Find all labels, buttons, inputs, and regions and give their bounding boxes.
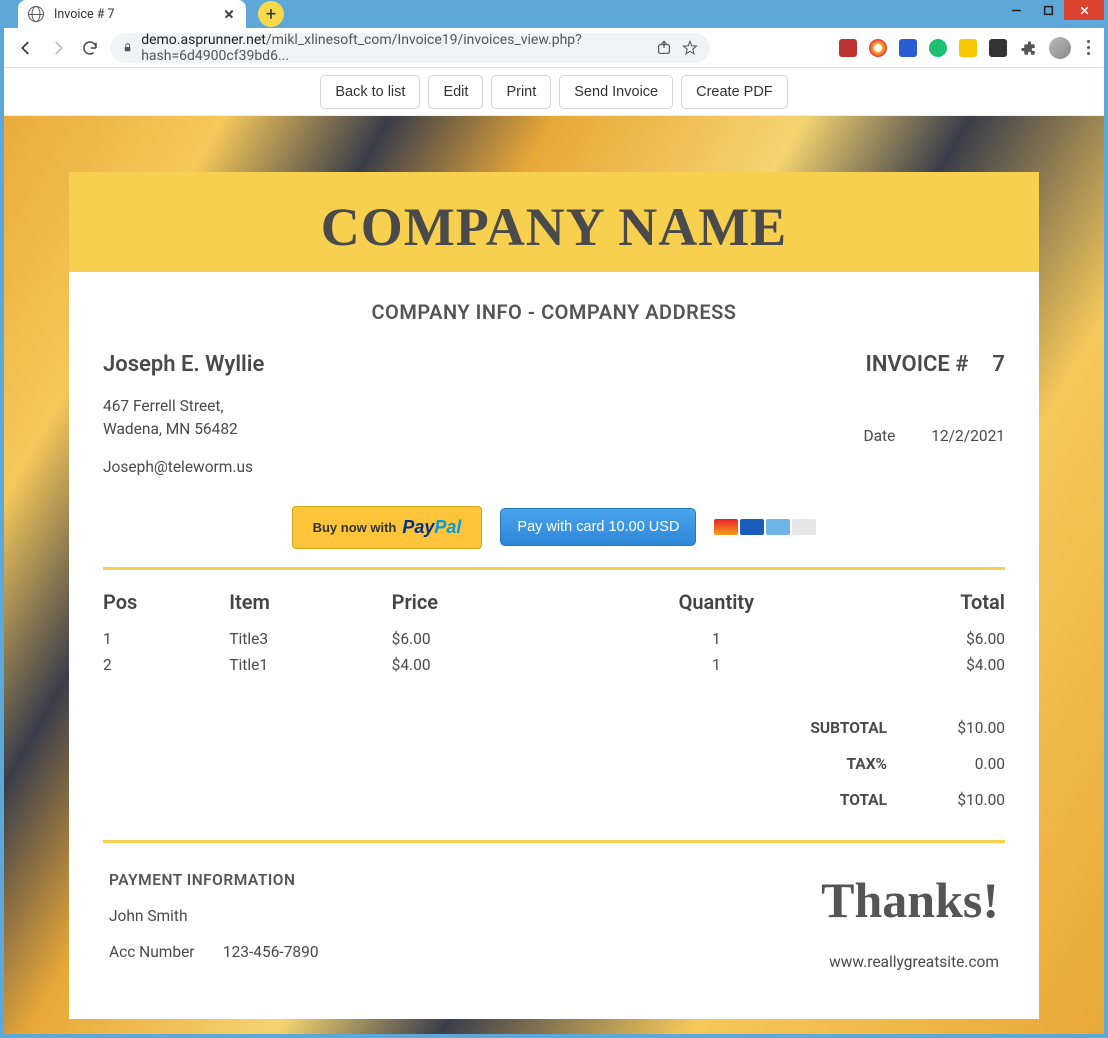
cell-item: Title1 xyxy=(229,652,391,678)
address-bar: demo.asprunner.net/mikl_xlinesoft_com/In… xyxy=(4,28,1104,68)
browser-tab[interactable]: Invoice # 7 xyxy=(18,0,246,28)
lock-icon xyxy=(122,41,133,54)
customer-address-line: 467 Ferrell Street, xyxy=(103,395,264,418)
payee-name: John Smith xyxy=(109,907,319,925)
paypal-logo-icon: PayPal xyxy=(402,517,461,538)
account-number-value: 123-456-7890 xyxy=(223,943,319,961)
nav-reload-button[interactable] xyxy=(78,36,102,60)
extension-icon[interactable] xyxy=(869,39,887,57)
profile-avatar[interactable] xyxy=(1049,37,1071,59)
visa-icon xyxy=(740,519,764,535)
invoice-number-value: 7 xyxy=(992,352,1005,377)
invoice-date-value: 12/2/2021 xyxy=(931,427,1005,445)
action-toolbar: Back to list Edit Print Send Invoice Cre… xyxy=(4,68,1104,116)
back-to-list-button[interactable]: Back to list xyxy=(320,75,420,109)
invoice-number-block: INVOICE # 7 xyxy=(863,352,1005,377)
col-quantity: Quantity xyxy=(608,584,824,626)
new-tab-button[interactable]: + xyxy=(258,1,284,27)
website-url: www.reallygreatsite.com xyxy=(821,953,999,971)
total-value: $10.00 xyxy=(935,791,1005,809)
company-info-line: COMPANY INFO - COMPANY ADDRESS xyxy=(103,300,1005,324)
table-row: 1Title3$6.001$6.00 xyxy=(103,626,1005,652)
payment-info-title: PAYMENT INFORMATION xyxy=(109,871,319,889)
invoice-header: COMPANY NAME xyxy=(69,172,1039,272)
share-icon[interactable] xyxy=(656,40,672,56)
send-invoice-button[interactable]: Send Invoice xyxy=(559,75,673,109)
cell-price: $6.00 xyxy=(392,626,608,652)
extension-icon[interactable] xyxy=(899,39,917,57)
company-name: COMPANY NAME xyxy=(69,196,1039,258)
print-button[interactable]: Print xyxy=(491,75,551,109)
col-item: Item xyxy=(229,584,391,626)
window-minimize-button[interactable] xyxy=(1000,0,1032,20)
browser-menu-button[interactable] xyxy=(1083,40,1094,55)
edit-button[interactable]: Edit xyxy=(428,75,483,109)
window-maximize-button[interactable] xyxy=(1032,0,1064,20)
globe-icon xyxy=(28,6,44,22)
extension-icon[interactable] xyxy=(989,39,1007,57)
total-label: TOTAL xyxy=(787,791,887,809)
thanks-text: Thanks! xyxy=(821,871,999,929)
customer-block: Joseph E. Wyllie 467 Ferrell Street, Wad… xyxy=(103,352,264,476)
line-items-table: Pos Item Price Quantity Total 1Title3$6.… xyxy=(103,584,1005,678)
account-number-label: Acc Number xyxy=(109,943,219,961)
url-text: demo.asprunner.net/mikl_xlinesoft_com/In… xyxy=(141,32,648,64)
window-close-button[interactable] xyxy=(1064,0,1104,20)
pay-with-card-button[interactable]: Pay with card 10.00 USD xyxy=(500,508,696,546)
cell-price: $4.00 xyxy=(392,652,608,678)
extension-icon[interactable] xyxy=(839,39,857,57)
tax-label: TAX% xyxy=(787,755,887,773)
subtotal-label: SUBTOTAL xyxy=(787,719,887,737)
col-price: Price xyxy=(392,584,608,626)
cell-quantity: 1 xyxy=(608,652,824,678)
cell-quantity: 1 xyxy=(608,626,824,652)
extensions-puzzle-icon[interactable] xyxy=(1019,39,1037,57)
customer-address-line: Wadena, MN 56482 xyxy=(103,418,264,441)
mastercard-icon xyxy=(714,519,738,535)
amex-icon xyxy=(766,519,790,535)
url-input[interactable]: demo.asprunner.net/mikl_xlinesoft_com/In… xyxy=(110,33,710,63)
subtotal-value: $10.00 xyxy=(935,719,1005,737)
invoice-number-label: INVOICE # xyxy=(866,352,969,377)
close-tab-icon[interactable] xyxy=(222,7,236,21)
totals-block: SUBTOTAL $10.00 TAX% 0.00 TOTAL $10.00 xyxy=(103,710,1005,818)
window-titlebar: Invoice # 7 + xyxy=(4,0,1104,28)
cell-total: $4.00 xyxy=(825,652,1005,678)
col-total: Total xyxy=(825,584,1005,626)
nav-forward-button[interactable] xyxy=(46,36,70,60)
paypal-button[interactable]: Buy now with PayPal xyxy=(292,506,483,549)
payment-info-block: PAYMENT INFORMATION John Smith Acc Numbe… xyxy=(109,871,319,979)
nav-back-button[interactable] xyxy=(14,36,38,60)
discover-icon xyxy=(792,519,816,535)
cell-total: $6.00 xyxy=(825,626,1005,652)
star-icon[interactable] xyxy=(682,40,698,56)
table-row: 2Title1$4.001$4.00 xyxy=(103,652,1005,678)
extension-icon[interactable] xyxy=(959,39,977,57)
col-pos: Pos xyxy=(103,584,229,626)
paypal-prefix: Buy now with xyxy=(313,520,397,535)
tab-title: Invoice # 7 xyxy=(54,7,216,22)
card-brand-icons xyxy=(714,519,816,535)
invoice-card: COMPANY NAME COMPANY INFO - COMPANY ADDR… xyxy=(69,172,1039,1019)
create-pdf-button[interactable]: Create PDF xyxy=(681,75,788,109)
customer-email: Joseph@teleworm.us xyxy=(103,458,264,476)
tax-value: 0.00 xyxy=(935,755,1005,773)
extension-icon[interactable] xyxy=(929,39,947,57)
invoice-date-label: Date xyxy=(863,427,895,445)
cell-pos: 2 xyxy=(103,652,229,678)
cell-item: Title3 xyxy=(229,626,391,652)
cell-pos: 1 xyxy=(103,626,229,652)
customer-name: Joseph E. Wyllie xyxy=(103,352,264,377)
